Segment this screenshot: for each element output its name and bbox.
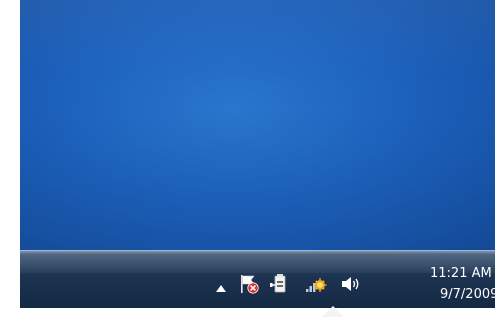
network-button[interactable]: [305, 273, 327, 295]
desktop-shading: [20, 0, 495, 250]
clock-time: 11:21 AM: [430, 266, 492, 281]
show-hidden-icons-button[interactable]: [214, 280, 228, 292]
taskbar[interactable]: 11:21 AM 9/7/2009: [20, 250, 495, 308]
notification-balloon-pointer: [322, 306, 344, 317]
network-bars-icon: [306, 278, 327, 292]
battery-plug-icon: [270, 274, 286, 293]
clock-date: 9/7/2009: [440, 287, 495, 302]
speaker-icon: [342, 277, 359, 291]
screen: 11:21 AM 9/7/2009: [0, 0, 495, 317]
volume-button[interactable]: [340, 273, 362, 295]
triangle-up-icon: [216, 285, 226, 292]
desktop-background[interactable]: [20, 0, 495, 250]
action-center-button[interactable]: [238, 273, 260, 295]
flag-with-red-x-icon: [241, 275, 259, 294]
power-button[interactable]: [269, 273, 291, 295]
notification-area: 11:21 AM 9/7/2009: [190, 251, 495, 309]
clock-button[interactable]: 11:21 AM 9/7/2009: [430, 263, 495, 307]
